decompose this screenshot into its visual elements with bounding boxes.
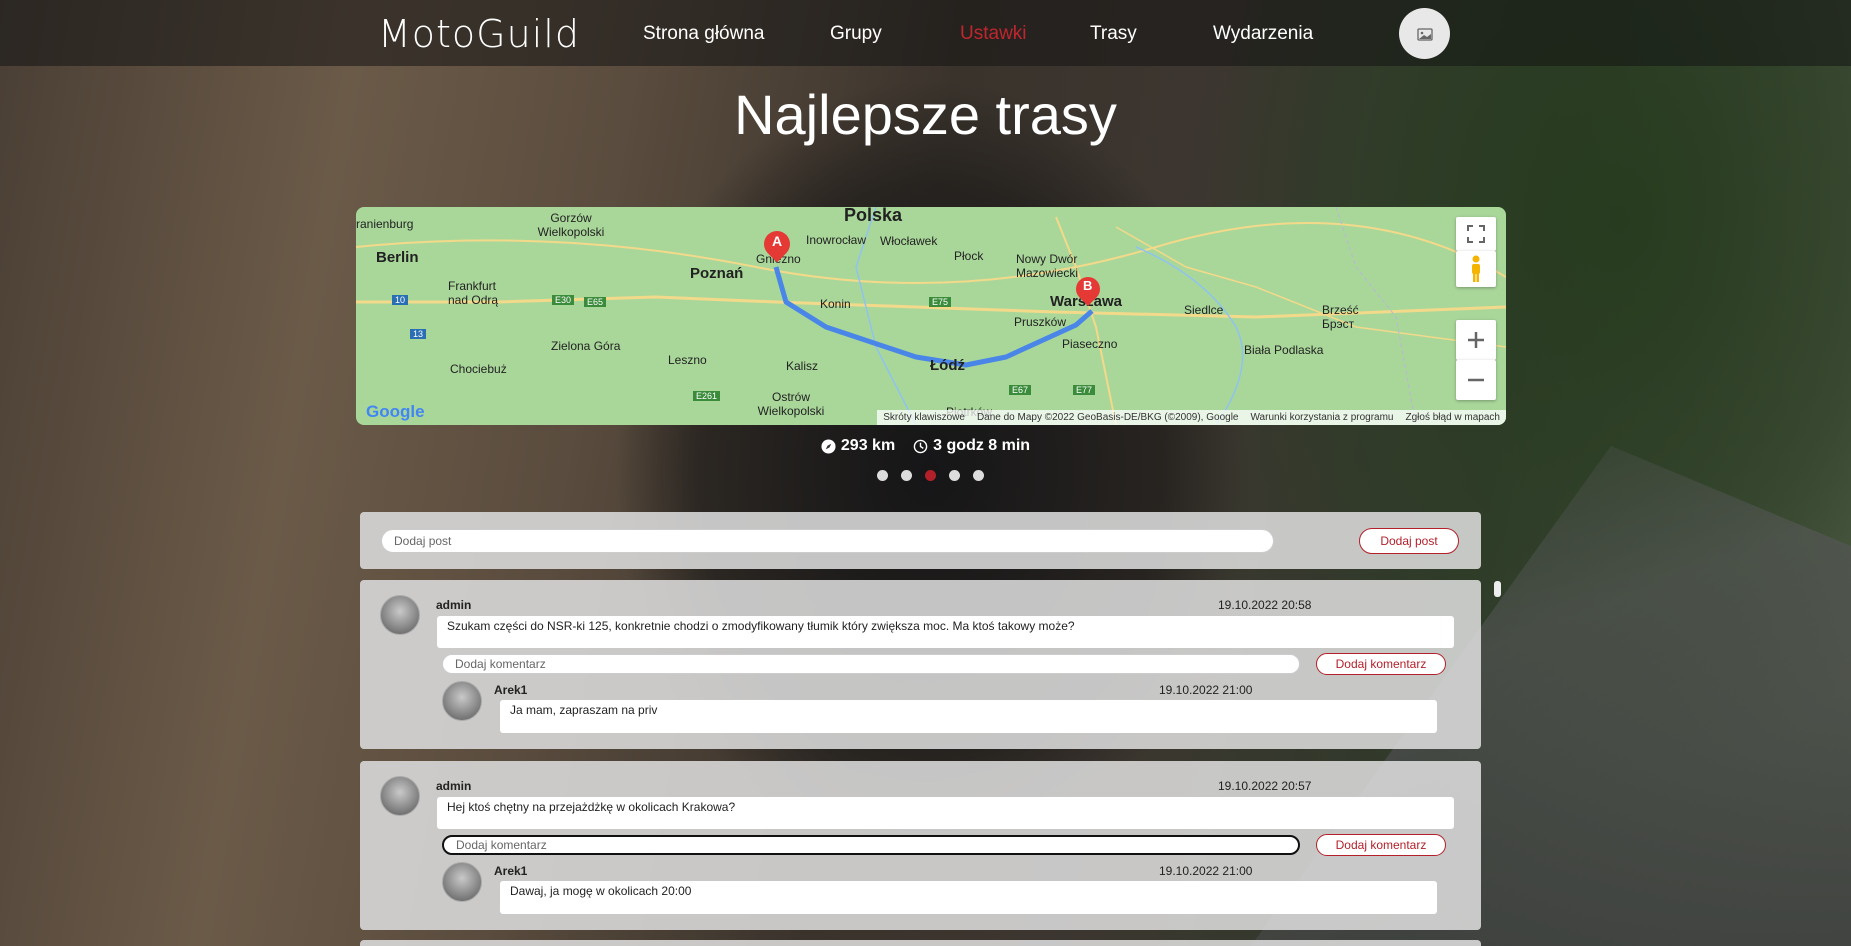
post-composer: Dodaj post Dodaj post: [360, 512, 1481, 569]
map-label: Gorzów Wielkopolski: [537, 211, 605, 239]
map-marker-b-label: B: [1083, 278, 1093, 293]
road-shield: 13: [410, 329, 427, 339]
comment-text: Dawaj, ja mogę w okolicach 20:00: [500, 881, 1437, 914]
comment-author[interactable]: Arek1: [494, 864, 527, 878]
user-avatar-button[interactable]: [1399, 8, 1450, 59]
road-shield: E30: [552, 295, 575, 305]
comment-date: 19.10.2022 21:00: [1159, 683, 1253, 697]
post-text: Szukam części do NSR-ki 125, konkretnie …: [437, 616, 1454, 648]
route-duration: 3 godz 8 min: [913, 437, 1030, 455]
map-label: Zielona Góra: [551, 339, 621, 353]
map-label: Pruszków: [1014, 315, 1067, 329]
add-comment-button[interactable]: Dodaj komentarz: [1316, 834, 1446, 856]
user-photo-icon: [1416, 27, 1433, 41]
avatar: [442, 681, 482, 721]
carousel-dot[interactable]: [877, 470, 888, 481]
google-logo: Google: [366, 402, 425, 422]
top-navbar: MotoGuild Strona główna Grupy Ustawki Tr…: [0, 0, 1851, 66]
road-shield: E67: [1009, 385, 1032, 395]
post-date: 19.10.2022 20:57: [1218, 779, 1312, 793]
avatar: [380, 776, 420, 816]
post-date: 19.10.2022 20:58: [1218, 598, 1312, 612]
comment-date: 19.10.2022 21:00: [1159, 864, 1253, 878]
map-label: Konin: [820, 297, 851, 311]
map-zoom-out-button[interactable]: [1456, 360, 1496, 400]
google-logo-text: Google: [366, 402, 425, 421]
map-label: Łódź: [930, 357, 965, 374]
road-shield: E261: [693, 391, 721, 401]
map-marker-a-label: A: [772, 233, 783, 249]
map-label: Płock: [954, 249, 984, 263]
nav-link-home[interactable]: Strona główna: [643, 23, 764, 45]
carousel-dots: [877, 470, 984, 481]
map-fullscreen-button[interactable]: [1456, 217, 1496, 251]
carousel-dot[interactable]: [949, 470, 960, 481]
posts-scrollbar[interactable]: [1494, 581, 1501, 597]
post-text: Hej ktoś chętny na przejażdżkę w okolica…: [437, 797, 1454, 829]
map-label: Kalisz: [786, 359, 819, 373]
map-footer-report[interactable]: Zgłoś błąd w mapach: [1406, 412, 1501, 423]
map-label: Berlin: [376, 249, 419, 266]
clock-icon: [913, 439, 928, 453]
nav-link-meetups[interactable]: Ustawki: [960, 23, 1027, 45]
map-streetview-button[interactable]: [1456, 251, 1496, 287]
road-shield: 10: [392, 295, 409, 305]
map-label: Chociebuż: [450, 362, 507, 376]
avatar: [380, 595, 420, 635]
add-comment-button[interactable]: Dodaj komentarz: [1316, 653, 1446, 675]
map-footer: Skróty klawiszowe Dane do Mapy ©2022 Geo…: [877, 410, 1506, 425]
post-author[interactable]: admin: [436, 779, 471, 793]
comment-input[interactable]: Dodaj komentarz: [442, 835, 1300, 855]
map-footer-terms[interactable]: Warunki korzystania z programu: [1250, 412, 1393, 423]
map-label-country: Polska: [844, 207, 903, 225]
minus-icon: [1468, 378, 1484, 382]
map-label: Poznań: [690, 265, 744, 282]
route-duration-value: 3 godz 8 min: [933, 437, 1031, 454]
nav-link-routes[interactable]: Trasy: [1090, 23, 1137, 45]
route-distance-value: 293 km: [840, 437, 896, 454]
pegman-icon: [1472, 255, 1480, 282]
avatar: [442, 862, 482, 902]
map-zoom-in-button[interactable]: [1456, 320, 1496, 360]
road-shield: E75: [929, 297, 952, 307]
post-card: admin 19.10.2022 20:58 Szukam części do …: [360, 580, 1481, 749]
compass-icon: [821, 438, 836, 454]
map-footer-data: Dane do Mapy ©2022 GeoBasis-DE/BKG (©200…: [976, 412, 1239, 423]
post-input[interactable]: Dodaj post: [381, 529, 1274, 553]
fullscreen-icon: [1467, 225, 1485, 243]
road-shield: E77: [1073, 385, 1096, 395]
comment-text: Ja mam, zapraszam na priv: [500, 700, 1437, 733]
map-label: Nowy Dwór Mazowiecki: [1016, 252, 1079, 280]
carousel-dot-active[interactable]: [925, 470, 936, 481]
map-label: ranienburg: [356, 217, 414, 231]
road-shield: E65: [584, 297, 607, 307]
page-title: Najlepsze trasy: [734, 83, 1117, 146]
map-label: Piaseczno: [1062, 337, 1118, 351]
map-label: Włocławek: [880, 234, 938, 248]
route-map[interactable]: Polska Berlin Gorzów Wielkopolski Poznań…: [356, 207, 1506, 425]
map-label: Brześć Брэст: [1322, 303, 1359, 331]
site-logo[interactable]: MotoGuild: [378, 14, 580, 54]
nav-link-events[interactable]: Wydarzenia: [1213, 23, 1313, 45]
add-post-button[interactable]: Dodaj post: [1359, 528, 1459, 554]
route-summary: 293 km 3 godz 8 min: [0, 437, 1851, 455]
map-label: Biała Podlaska: [1244, 343, 1324, 357]
route-distance: 293 km: [821, 437, 895, 455]
map-footer-shortcuts[interactable]: Skróty klawiszowe: [883, 412, 965, 423]
map-label: Inowrocław: [806, 233, 867, 247]
map-label: Leszno: [668, 353, 707, 367]
plus-icon: [1468, 332, 1484, 348]
carousel-dot[interactable]: [901, 470, 912, 481]
map-label: Siedlce: [1184, 303, 1224, 317]
comment-input[interactable]: Dodaj komentarz: [442, 654, 1300, 674]
map-label: Ostrów Wielkopolski: [757, 390, 825, 418]
post-card-partial: [360, 940, 1481, 946]
post-card: admin 19.10.2022 20:57 Hej ktoś chętny n…: [360, 761, 1481, 930]
post-author[interactable]: admin: [436, 598, 471, 612]
nav-link-groups[interactable]: Grupy: [830, 23, 882, 45]
map-label: Frankfurt nad Odrą: [448, 279, 499, 307]
comment-author[interactable]: Arek1: [494, 683, 527, 697]
carousel-dot[interactable]: [973, 470, 984, 481]
